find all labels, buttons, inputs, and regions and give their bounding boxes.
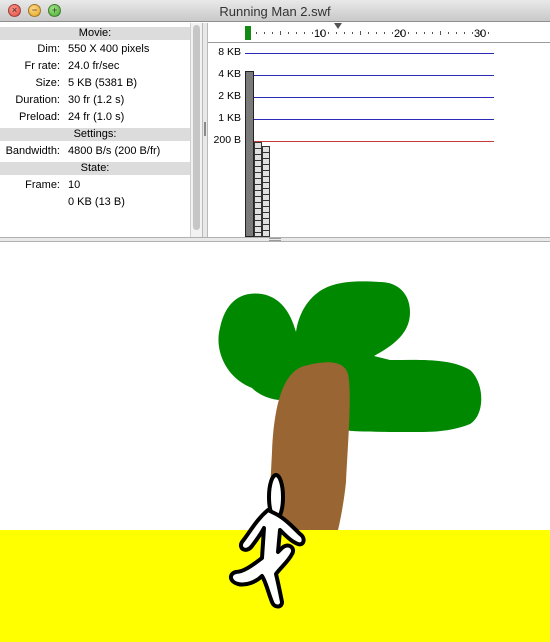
dim-value: 550 X 400 pixels <box>68 43 150 55</box>
ruler-tick <box>440 31 441 35</box>
size-label: Size: <box>35 77 60 89</box>
frame-value: 10 <box>68 179 81 191</box>
ruler-tick <box>368 32 369 34</box>
ruler-tick <box>424 32 425 34</box>
bandwidth-value: 4800 B/s (200 B/fr) <box>68 145 161 157</box>
window-title: Running Man 2.swf <box>219 4 331 19</box>
frame-bar[interactable] <box>245 71 254 237</box>
ruler-tick <box>432 32 433 34</box>
info-scrollbar-thumb[interactable] <box>193 25 200 230</box>
frame-bar[interactable] <box>254 142 262 237</box>
ruler-tick <box>352 32 353 34</box>
info-scrollbar[interactable] <box>190 23 202 237</box>
ruler-tick-label: 10 <box>314 28 327 40</box>
level-label-4kb: 4 KB <box>218 68 241 80</box>
level-line-1kb <box>245 119 494 120</box>
ruler-tick <box>472 32 473 34</box>
ruler-tick <box>456 32 457 34</box>
ruler-tick <box>336 32 337 34</box>
ruler-tick-label: 20 <box>394 28 407 40</box>
timeline-ruler[interactable]: 10 20 30 <box>208 23 550 43</box>
current-frame-marker[interactable] <box>245 26 251 40</box>
ruler-tick-label: 30 <box>474 28 487 40</box>
frame-bar[interactable] <box>262 146 270 237</box>
ruler-tick <box>304 32 305 34</box>
level-line-8kb <box>245 53 494 54</box>
settings-section-header: Settings: <box>0 128 190 141</box>
bandwidth-profiler: Movie: Dim: 550 X 400 pixels Fr rate: 24… <box>0 23 550 237</box>
frame-label: Frame: <box>25 179 60 191</box>
ruler-tick <box>264 32 265 34</box>
frrate-label: Fr rate: <box>24 60 60 72</box>
movie-section-header: Movie: <box>0 27 190 40</box>
level-line-2kb <box>245 97 494 98</box>
movie-stage <box>0 242 550 642</box>
ruler-tick <box>464 32 465 34</box>
dim-label: Dim: <box>37 43 60 55</box>
splitter-grip[interactable] <box>204 122 206 136</box>
info-panel: Movie: Dim: 550 X 400 pixels Fr rate: 24… <box>0 23 190 237</box>
ruler-tick <box>256 32 257 34</box>
frrate-value: 24.0 fr/sec <box>68 60 120 72</box>
ruler-tick <box>392 32 393 34</box>
ruler-tick <box>296 32 297 34</box>
stage-splitter-grip[interactable] <box>269 238 281 241</box>
level-line-4kb <box>245 75 494 76</box>
bandwidth-label: Bandwidth: <box>5 145 60 157</box>
duration-label: Duration: <box>15 94 60 106</box>
preload-value: 24 fr (1.0 s) <box>68 111 125 123</box>
size-value: 5 KB (5381 B) <box>68 77 138 89</box>
ruler-tick <box>384 32 385 34</box>
duration-value: 30 fr (1.2 s) <box>68 94 125 106</box>
state-section-header: State: <box>0 162 190 175</box>
ruler-ticks <box>248 31 489 35</box>
ruler-tick <box>312 32 313 34</box>
ruler-tick <box>488 32 489 34</box>
ruler-tick <box>280 31 281 35</box>
frame-bytes-value: 0 KB (13 B) <box>68 196 125 208</box>
ruler-tick <box>408 32 409 34</box>
preload-label: Preload: <box>19 111 60 123</box>
ruler-tick <box>376 32 377 34</box>
window-title-bar[interactable]: × − + Running Man 2.swf <box>0 0 550 22</box>
streaming-graph-area: 10 20 30 8 KB 4 KB 2 KB 1 KB 200 B <box>208 23 550 237</box>
ruler-tick <box>416 32 417 34</box>
ruler-tick <box>288 32 289 34</box>
level-label-200b: 200 B <box>213 134 241 146</box>
bandwidth-limit-line <box>245 141 494 142</box>
level-label-2kb: 2 KB <box>218 90 241 102</box>
level-label-8kb: 8 KB <box>218 46 241 58</box>
playhead-icon[interactable] <box>334 23 342 29</box>
ruler-tick <box>344 32 345 34</box>
tree-leaves <box>218 281 482 432</box>
bandwidth-graph: 8 KB 4 KB 2 KB 1 KB 200 B <box>208 44 550 237</box>
ruler-tick <box>328 32 329 34</box>
ruler-tick <box>448 32 449 34</box>
level-label-1kb: 1 KB <box>218 112 241 124</box>
ruler-tick <box>272 32 273 34</box>
stage-canvas <box>0 281 550 642</box>
ruler-tick <box>360 31 361 35</box>
